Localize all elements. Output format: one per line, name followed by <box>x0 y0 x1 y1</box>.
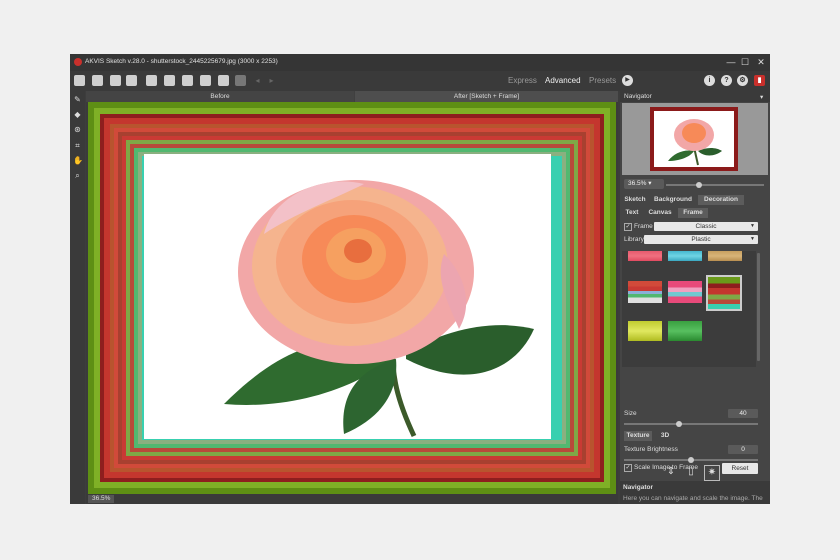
frame-checkbox-label: Frame <box>634 223 653 230</box>
size-value[interactable]: 40 <box>728 409 758 418</box>
frame-swatch-2[interactable] <box>668 251 702 261</box>
zoom-level: 36.5% <box>88 495 115 503</box>
navigator-header: Navigator ▾ <box>620 91 770 102</box>
size-label: Size <box>624 410 637 417</box>
zoom-icon[interactable]: ⌕ <box>73 171 82 180</box>
chevron-down-icon: ▼ <box>750 236 755 242</box>
tab-decoration[interactable]: Decoration <box>698 195 744 205</box>
scale-image-check[interactable]: ✓ <box>624 464 632 472</box>
help-panel: Navigator Here you can navigate and scal… <box>620 481 770 504</box>
mode-advanced[interactable]: Advanced <box>545 76 581 85</box>
texture-brightness-label: Texture Brightness <box>624 446 678 453</box>
batch-icon[interactable] <box>146 75 157 86</box>
settings-icon[interactable]: ⚙ <box>737 75 748 86</box>
frame-swatch-selected[interactable] <box>706 275 742 311</box>
frame-swatch-1[interactable] <box>628 251 662 261</box>
help-icon[interactable]: ? <box>721 75 732 86</box>
hand-icon[interactable]: ✋ <box>73 156 83 165</box>
size-slider-track[interactable] <box>624 423 758 425</box>
frame-swatch-8[interactable] <box>668 321 702 341</box>
frame-gallery <box>622 251 756 367</box>
view-tabs: Before After [Sketch + Frame] <box>86 91 618 102</box>
title-bar: AKVIS Sketch v.28.0 - shutterstock_24452… <box>70 54 770 71</box>
thumbnail-rose <box>668 119 722 166</box>
apply-icon[interactable] <box>218 75 229 86</box>
help-panel-title: Navigator <box>623 484 653 491</box>
library-select[interactable]: Plastic ▼ <box>644 235 758 244</box>
pencil-icon[interactable]: ✎ <box>73 95 82 104</box>
mode-express[interactable]: Express <box>508 76 537 85</box>
reset-button[interactable]: Reset <box>722 463 758 474</box>
tools-bar: ✎ ◆ ⊛ ⌗ ✋ ⌕ <box>70 91 85 504</box>
eraser-icon[interactable]: ◆ <box>73 110 82 119</box>
navigator-thumbnail <box>650 107 738 171</box>
navigator-preview[interactable] <box>622 103 768 175</box>
artwork-image <box>144 154 551 439</box>
minimize-button[interactable]: — <box>724 56 738 68</box>
tab-sketch[interactable]: Sketch <box>622 195 648 205</box>
maximize-button[interactable]: ☐ <box>738 56 752 68</box>
zoom-select[interactable]: 36.5% ▾ <box>624 179 664 189</box>
tab-after[interactable]: After [Sketch + Frame] <box>355 91 618 102</box>
tab-text[interactable]: Text <box>622 208 642 218</box>
check-icon[interactable] <box>200 75 211 86</box>
frame-swatch-7[interactable] <box>628 321 662 341</box>
tutorial-book-icon[interactable]: ▮ <box>754 75 765 86</box>
frame-checkbox[interactable]: ✓ <box>624 223 632 231</box>
close-button[interactable]: ✕ <box>754 56 768 68</box>
share-icon[interactable] <box>164 75 175 86</box>
save-icon[interactable] <box>92 75 103 86</box>
lower-panel-overlay: ✓ Scale Image to Frame Reset Navigator H… <box>620 460 770 504</box>
print-icon[interactable] <box>126 75 137 86</box>
main-toolbar: ◂ ▸ Express Advanced Presets ▶ i ? ⚙ ▮ <box>70 71 770 91</box>
tab-background[interactable]: Background <box>652 195 694 205</box>
run-button[interactable]: ▶ <box>622 75 633 86</box>
open-icon[interactable] <box>74 75 85 86</box>
texture-brightness-value[interactable]: 0 <box>728 445 758 454</box>
zoom-slider-knob[interactable] <box>696 182 702 188</box>
tab-before[interactable]: Before <box>86 91 354 102</box>
zoom-select-value: 36.5% <box>628 180 647 187</box>
navigator-title: Navigator <box>624 93 652 100</box>
frame-type-value: Classic <box>695 223 717 230</box>
frame-swatch-3[interactable] <box>708 251 742 261</box>
zoom-slider-track[interactable] <box>666 184 764 186</box>
scale-image-label: Scale Image to Frame <box>634 464 698 471</box>
help-panel-text: Here you can navigate and scale the imag… <box>623 495 763 502</box>
frame-swatch-5[interactable] <box>668 281 702 303</box>
window-title: AKVIS Sketch v.28.0 - shutterstock_24452… <box>85 58 278 65</box>
run-dim-icon[interactable] <box>235 75 246 86</box>
status-bar: 36.5% <box>86 494 618 504</box>
undo-icon[interactable]: ◂ <box>252 75 263 86</box>
mode-presets[interactable]: Presets <box>589 76 616 85</box>
frame-type-select[interactable]: Classic ▼ <box>654 222 758 231</box>
import-preset-icon[interactable] <box>182 75 193 86</box>
library-value: Plastic <box>691 236 711 243</box>
chevron-down-icon: ▼ <box>750 223 755 229</box>
app-logo-icon <box>74 58 82 66</box>
image-canvas[interactable] <box>86 102 618 494</box>
panel-menu-icon[interactable]: ▾ <box>760 93 763 101</box>
export-icon[interactable] <box>110 75 121 86</box>
frame-swatch-4[interactable] <box>628 281 662 303</box>
tab-canvas[interactable]: Canvas <box>646 208 674 218</box>
about-icon[interactable]: i <box>704 75 715 86</box>
redo-icon[interactable]: ▸ <box>266 75 277 86</box>
stamp-icon[interactable]: ⊛ <box>73 125 82 134</box>
tab-3d[interactable]: 3D <box>658 431 672 441</box>
rose-illustration <box>224 180 534 438</box>
gallery-scrollbar[interactable] <box>757 253 760 361</box>
app-window: AKVIS Sketch v.28.0 - shutterstock_24452… <box>70 54 770 504</box>
tab-texture[interactable]: Texture <box>624 431 652 441</box>
library-label: Library <box>624 236 644 243</box>
size-slider-knob[interactable] <box>676 421 682 427</box>
tab-frame[interactable]: Frame <box>678 208 708 218</box>
crop-icon[interactable]: ⌗ <box>73 141 82 150</box>
settings-panel: Navigator ▾ 36.5% ▾ Sketch Background De… <box>620 91 770 504</box>
